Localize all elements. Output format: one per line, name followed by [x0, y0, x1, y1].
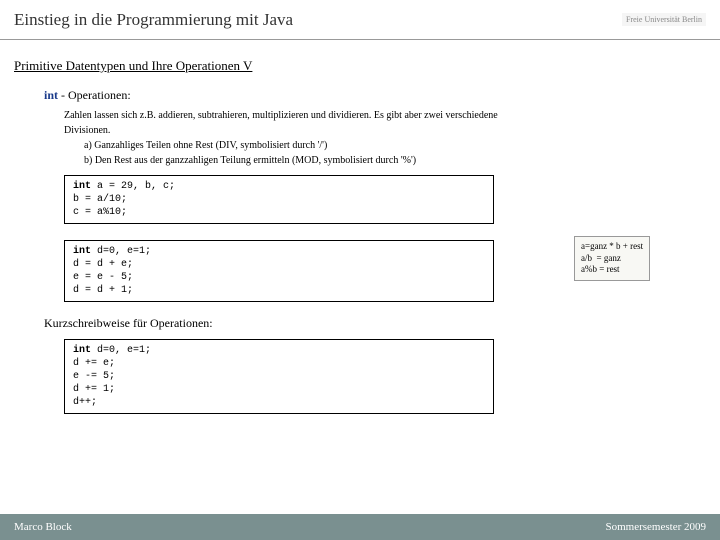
- footer-author: Marco Block: [14, 521, 72, 533]
- page-title: Einstieg in die Programmierung mit Java: [14, 10, 293, 30]
- note-box: a=ganz * b + rest a/b = ganz a%b = rest: [574, 236, 650, 281]
- body-line-4: b) Den Rest aus der ganzzahligen Teilung…: [84, 154, 706, 167]
- section-rest: - Operationen:: [58, 88, 131, 102]
- footer-bar: Marco Block Sommersemester 2009: [0, 514, 720, 540]
- code-row-2: int d=0, e=1; d = d + e; e = e - 5; d = …: [14, 232, 706, 310]
- subtitle: Primitive Datentypen und Ihre Operatione…: [14, 58, 706, 74]
- code-block-3: int d=0, e=1; d += e; e -= 5; d += 1; d+…: [64, 339, 494, 414]
- university-logo: Freie Universität Berlin: [622, 13, 706, 26]
- body-line-3: a) Ganzahliges Teilen ohne Rest (DIV, sy…: [84, 139, 706, 152]
- code-block-2: int d=0, e=1; d = d + e; e = e - 5; d = …: [64, 240, 494, 302]
- content-area: Primitive Datentypen und Ihre Operatione…: [0, 40, 720, 414]
- footer-term: Sommersemester 2009: [605, 521, 706, 533]
- code-block-1: int a = 29, b, c; b = a/10; c = a%10;: [64, 175, 494, 224]
- body-line-2: Divisionen.: [64, 124, 706, 137]
- section-label: int - Operationen:: [44, 88, 706, 103]
- header-bar: Einstieg in die Programmierung mit Java …: [0, 0, 720, 40]
- subheading: Kurzschreibweise für Operationen:: [44, 316, 706, 331]
- body-line-1: Zahlen lassen sich z.B. addieren, subtra…: [64, 109, 706, 122]
- keyword-int: int: [44, 88, 58, 102]
